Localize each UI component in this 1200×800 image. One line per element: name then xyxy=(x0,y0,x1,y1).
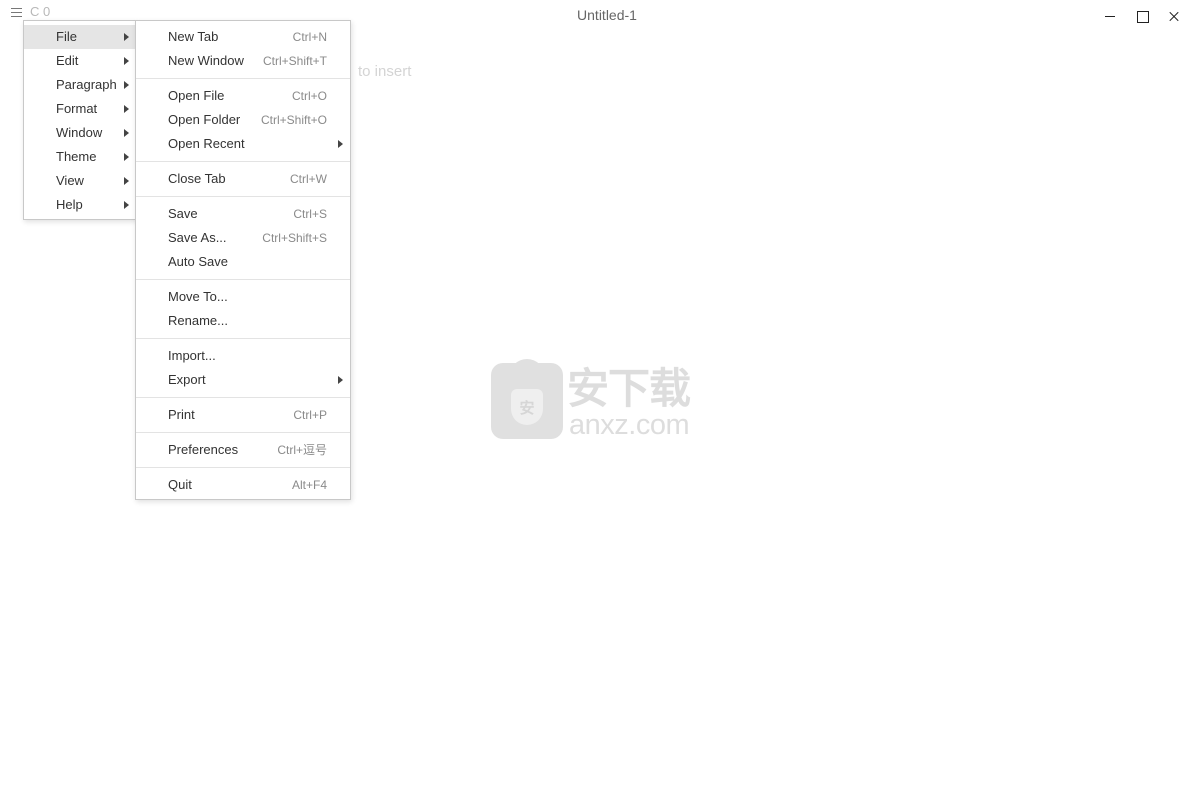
file-import[interactable]: Import... xyxy=(136,344,350,368)
menu-item-label: Auto Save xyxy=(168,254,228,269)
chevron-right-icon xyxy=(338,140,343,148)
chevron-right-icon xyxy=(124,201,129,209)
menu-separator xyxy=(136,338,350,339)
shortcut-label: Ctrl+N xyxy=(292,30,327,44)
menu-item-view[interactable]: View xyxy=(24,169,136,193)
shortcut-label: Ctrl+Shift+O xyxy=(260,113,327,127)
menu-item-label: Format xyxy=(56,101,98,116)
menu-item-label: Preferences xyxy=(168,442,239,457)
menu-item-label: Help xyxy=(56,197,83,212)
chevron-right-icon xyxy=(124,81,129,89)
file-submenu: New Tab Ctrl+N New Window Ctrl+Shift+T Ope… xyxy=(135,20,351,500)
menu-item-label: Theme xyxy=(56,149,97,164)
menu-item-file[interactable]: File xyxy=(24,25,136,49)
menu-separator xyxy=(136,432,350,433)
shortcut-label: Ctrl+Shift+S xyxy=(262,231,327,245)
menu-item-label: Import... xyxy=(168,348,216,363)
menu-item-paragraph[interactable]: Paragraph xyxy=(24,73,136,97)
chevron-right-icon xyxy=(124,129,129,137)
menu-item-format[interactable]: Format xyxy=(24,97,136,121)
file-open-recent[interactable]: Open Recent xyxy=(136,132,350,156)
chevron-right-icon xyxy=(124,57,129,65)
file-print[interactable]: Print Ctrl+P xyxy=(136,403,350,427)
menu-item-label: File xyxy=(56,29,77,44)
menu-item-theme[interactable]: Theme xyxy=(24,145,136,169)
main-menu: File Edit Paragraph Format Window Theme … xyxy=(23,20,137,220)
file-rename[interactable]: Rename... xyxy=(136,309,350,333)
menu-item-label: New Tab xyxy=(168,29,219,44)
shortcut-label: Ctrl+S xyxy=(293,207,327,221)
file-export[interactable]: Export xyxy=(136,368,350,392)
menu-item-label: View xyxy=(56,173,84,188)
word-count: C 0 xyxy=(30,4,51,19)
menu-separator xyxy=(136,397,350,398)
file-save-as[interactable]: Save As... Ctrl+Shift+S xyxy=(136,226,350,250)
shortcut-label: Alt+F4 xyxy=(291,478,327,492)
watermark-logo: 安 安下载 anxz.com xyxy=(491,357,707,441)
menu-item-label: Print xyxy=(168,407,195,422)
menu-item-window[interactable]: Window xyxy=(24,121,136,145)
menu-item-label: Open Folder xyxy=(168,112,241,127)
menu-item-label: Open Recent xyxy=(168,136,245,151)
menu-separator xyxy=(136,467,350,468)
shortcut-label: Ctrl+P xyxy=(293,408,327,422)
hamburger-icon[interactable] xyxy=(9,4,25,20)
menu-item-help[interactable]: Help xyxy=(24,193,136,217)
file-open-folder[interactable]: Open Folder Ctrl+Shift+O xyxy=(136,108,350,132)
menu-separator xyxy=(136,279,350,280)
file-save[interactable]: Save Ctrl+S xyxy=(136,202,350,226)
menu-item-label: Paragraph xyxy=(56,77,117,92)
chevron-right-icon xyxy=(124,33,129,41)
editor-placeholder[interactable]: to insert xyxy=(358,63,411,80)
watermark-en-text: anxz.com xyxy=(569,409,690,441)
menu-separator xyxy=(136,161,350,162)
file-open-file[interactable]: Open File Ctrl+O xyxy=(136,84,350,108)
file-close-tab[interactable]: Close Tab Ctrl+W xyxy=(136,167,350,191)
chevron-right-icon xyxy=(124,177,129,185)
chevron-right-icon xyxy=(338,376,343,384)
menu-item-label: Close Tab xyxy=(168,171,226,186)
menu-item-label: Quit xyxy=(168,477,192,492)
menu-item-label: Edit xyxy=(56,53,79,68)
file-new-tab[interactable]: New Tab Ctrl+N xyxy=(136,25,350,49)
shortcut-label: Ctrl+O xyxy=(291,89,327,103)
watermark-cn-text: 安下载 xyxy=(567,365,691,412)
file-preferences[interactable]: Preferences Ctrl+逗号 xyxy=(136,438,350,462)
menu-item-label: Save xyxy=(168,206,198,221)
menu-separator xyxy=(136,78,350,79)
menu-item-label: Open File xyxy=(168,88,225,103)
file-quit[interactable]: Quit Alt+F4 xyxy=(136,473,350,497)
file-new-window[interactable]: New Window Ctrl+Shift+T xyxy=(136,49,350,73)
file-move-to[interactable]: Move To... xyxy=(136,285,350,309)
menu-item-label: New Window xyxy=(168,53,244,68)
file-auto-save[interactable]: Auto Save xyxy=(136,250,350,274)
chevron-right-icon xyxy=(124,153,129,161)
menu-item-label: Rename... xyxy=(168,313,228,328)
shortcut-label: Ctrl+W xyxy=(290,172,327,186)
shortcut-label: Ctrl+Shift+T xyxy=(262,54,327,68)
watermark-bag-icon: 安 xyxy=(491,359,563,439)
window-title: Untitled-1 xyxy=(577,7,637,23)
menu-item-label: Window xyxy=(56,125,103,140)
shortcut-label: Ctrl+逗号 xyxy=(277,443,327,457)
close-icon[interactable] xyxy=(1164,6,1184,26)
minimize-icon[interactable] xyxy=(1100,6,1120,26)
menu-item-label: Move To... xyxy=(168,289,228,304)
shield-icon: 安 xyxy=(511,389,543,425)
maximize-icon[interactable] xyxy=(1132,6,1152,26)
chevron-right-icon xyxy=(124,105,129,113)
menu-item-edit[interactable]: Edit xyxy=(24,49,136,73)
menu-item-label: Export xyxy=(168,372,206,387)
menu-item-label: Save As... xyxy=(168,230,227,245)
menu-separator xyxy=(136,196,350,197)
